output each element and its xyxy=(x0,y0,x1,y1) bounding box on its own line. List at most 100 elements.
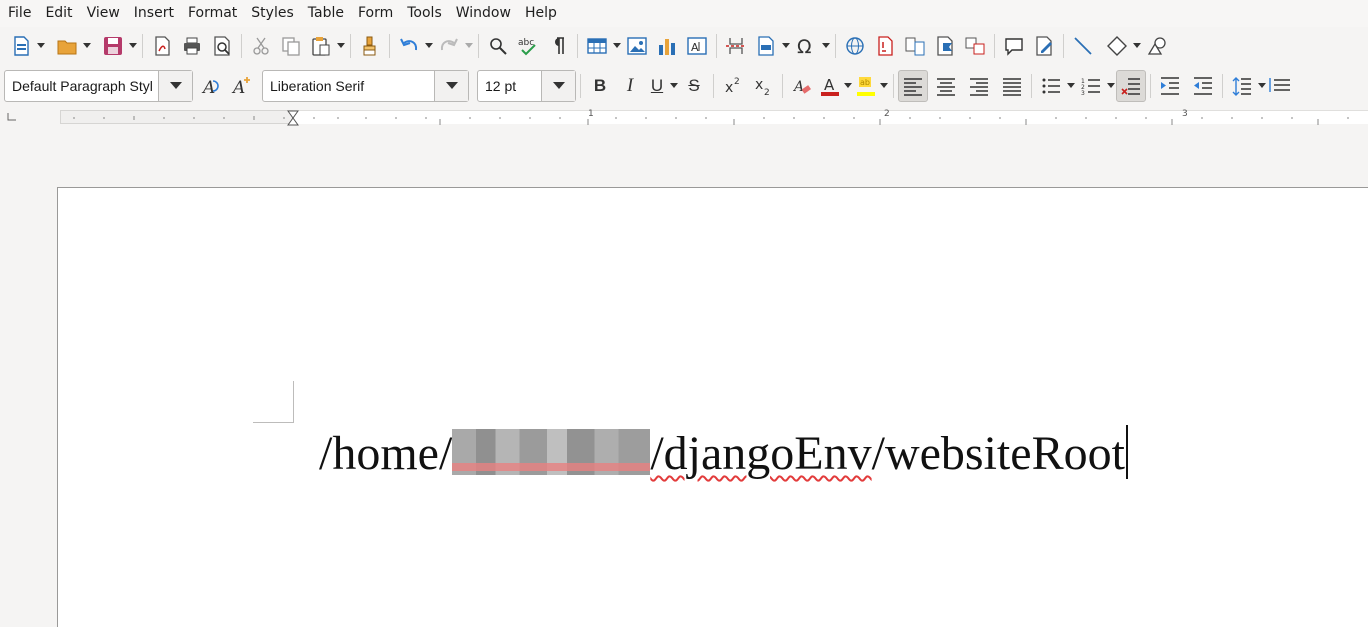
font-size-combo[interactable]: 12 pt xyxy=(477,70,576,102)
undo-button[interactable] xyxy=(394,30,424,62)
menu-tools[interactable]: Tools xyxy=(403,0,446,27)
insert-special-character-button[interactable]: Ω xyxy=(791,30,821,62)
insert-cross-reference-button[interactable] xyxy=(960,30,990,62)
unordered-list-button[interactable] xyxy=(1036,70,1066,102)
align-left-button[interactable] xyxy=(898,70,928,102)
insert-page-break-button[interactable] xyxy=(721,30,751,62)
spellcheck-button[interactable]: abc xyxy=(513,30,543,62)
menu-window[interactable]: Window xyxy=(452,0,515,27)
table-dropdown[interactable] xyxy=(612,30,622,62)
document-canvas[interactable]: /home/ /djangoEnv/websiteRoot xyxy=(0,128,1368,627)
menu-styles[interactable]: Styles xyxy=(247,0,297,27)
insert-endnote-button[interactable] xyxy=(900,30,930,62)
unordered-list-dropdown[interactable] xyxy=(1066,70,1076,102)
redo-dropdown[interactable] xyxy=(464,30,474,62)
font-color-dropdown[interactable] xyxy=(843,70,853,102)
underline-dropdown[interactable] xyxy=(669,70,679,102)
field-dropdown[interactable] xyxy=(781,30,791,62)
decrease-indent-button[interactable] xyxy=(1188,70,1218,102)
strikethrough-button[interactable]: S xyxy=(679,70,709,102)
font-name-value[interactable]: Liberation Serif xyxy=(263,71,434,101)
bold-button[interactable]: B xyxy=(585,70,615,102)
font-size-value[interactable]: 12 pt xyxy=(478,71,541,101)
clone-formatting-button[interactable] xyxy=(355,30,385,62)
paste-dropdown[interactable] xyxy=(336,30,346,62)
paste-button[interactable] xyxy=(306,30,336,62)
paragraph-spacing-button[interactable] xyxy=(1267,70,1291,102)
basic-shapes-dropdown[interactable] xyxy=(1132,30,1142,62)
ordered-list-button[interactable]: 123 xyxy=(1076,70,1106,102)
underline-button[interactable]: U xyxy=(645,70,669,102)
insert-table-button[interactable] xyxy=(582,30,612,62)
menu-table[interactable]: Table xyxy=(304,0,348,27)
font-name-combo[interactable]: Liberation Serif xyxy=(262,70,469,102)
insert-bookmark-button[interactable] xyxy=(930,30,960,62)
highlight-dropdown[interactable] xyxy=(879,70,889,102)
menu-insert[interactable]: Insert xyxy=(130,0,178,27)
align-center-button[interactable] xyxy=(931,70,961,102)
align-right-button[interactable] xyxy=(964,70,994,102)
open-button[interactable] xyxy=(52,30,82,62)
insert-footnote-button[interactable] xyxy=(870,30,900,62)
menu-form[interactable]: Form xyxy=(354,0,397,27)
menu-format[interactable]: Format xyxy=(184,0,241,27)
no-list-button[interactable] xyxy=(1116,70,1146,102)
highlight-button[interactable]: ab xyxy=(853,70,879,102)
superscript-button[interactable]: x2 xyxy=(718,70,748,102)
ruler-number: 1 xyxy=(588,109,594,119)
update-style-button[interactable]: A xyxy=(197,70,227,102)
chevron-down-icon xyxy=(1107,83,1115,88)
track-changes-button[interactable] xyxy=(1029,30,1059,62)
italic-button[interactable]: I xyxy=(615,70,645,102)
redo-button[interactable] xyxy=(434,30,464,62)
print-preview-button[interactable] xyxy=(207,30,237,62)
horizontal-ruler[interactable]: 1 2 3 xyxy=(0,108,1368,128)
menu-edit[interactable]: Edit xyxy=(41,0,76,27)
clear-formatting-button[interactable]: A xyxy=(787,70,817,102)
print-preview-icon xyxy=(214,36,230,56)
new-style-button[interactable]: A xyxy=(227,70,257,102)
menu-help[interactable]: Help xyxy=(521,0,561,27)
find-replace-button[interactable] xyxy=(483,30,513,62)
font-name-dropdown[interactable] xyxy=(434,71,468,101)
export-pdf-button[interactable] xyxy=(147,30,177,62)
font-size-dropdown[interactable] xyxy=(541,71,575,101)
menu-view[interactable]: View xyxy=(83,0,124,27)
paragraph-style-value[interactable]: Default Paragraph Styl xyxy=(5,71,158,101)
document-text-line[interactable]: /home/ /djangoEnv/websiteRoot xyxy=(319,425,1128,482)
insert-image-button[interactable] xyxy=(622,30,652,62)
formatting-marks-button[interactable] xyxy=(543,30,573,62)
insert-line-button[interactable] xyxy=(1068,30,1098,62)
special-character-dropdown[interactable] xyxy=(821,30,831,62)
paragraph-style-dropdown[interactable] xyxy=(158,71,192,101)
ordered-list-dropdown[interactable] xyxy=(1106,70,1116,102)
font-color-button[interactable]: A xyxy=(817,70,843,102)
insert-comment-button[interactable] xyxy=(999,30,1029,62)
menu-file[interactable]: File xyxy=(4,0,35,27)
indent-marker-icon[interactable] xyxy=(287,110,299,126)
insert-chart-button[interactable] xyxy=(652,30,682,62)
insert-textbox-button[interactable]: A xyxy=(682,30,712,62)
insert-hyperlink-button[interactable] xyxy=(840,30,870,62)
open-dropdown[interactable] xyxy=(82,30,92,62)
new-document-button[interactable] xyxy=(6,30,36,62)
insert-field-button[interactable] xyxy=(751,30,781,62)
increase-indent-button[interactable] xyxy=(1155,70,1185,102)
basic-shapes-button[interactable] xyxy=(1102,30,1132,62)
path-segment-home: /home/ xyxy=(319,427,453,480)
subscript-button[interactable]: x2 xyxy=(748,70,778,102)
justify-button[interactable] xyxy=(997,70,1027,102)
paragraph-style-combo[interactable]: Default Paragraph Styl xyxy=(4,70,193,102)
bold-label: B xyxy=(593,76,607,95)
document-page[interactable]: /home/ /djangoEnv/websiteRoot xyxy=(57,187,1368,627)
save-dropdown[interactable] xyxy=(128,30,138,62)
draw-functions-button[interactable] xyxy=(1142,30,1172,62)
cut-button[interactable] xyxy=(246,30,276,62)
save-button[interactable] xyxy=(98,30,128,62)
new-dropdown[interactable] xyxy=(36,30,46,62)
line-spacing-dropdown[interactable] xyxy=(1257,70,1267,102)
undo-dropdown[interactable] xyxy=(424,30,434,62)
print-button[interactable] xyxy=(177,30,207,62)
copy-button[interactable] xyxy=(276,30,306,62)
line-spacing-button[interactable] xyxy=(1227,70,1257,102)
